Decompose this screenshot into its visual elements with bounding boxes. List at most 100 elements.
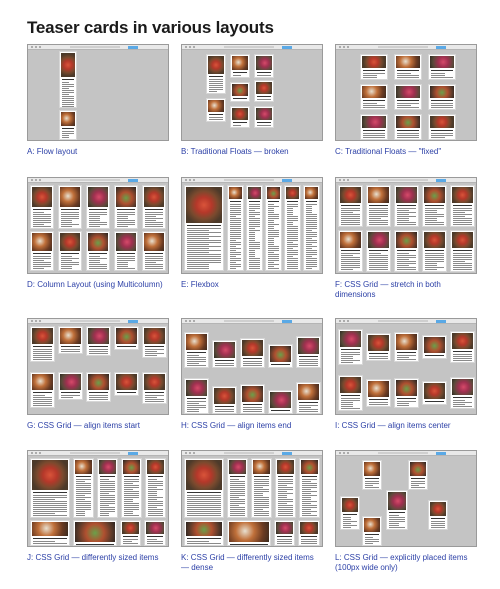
card-image xyxy=(340,377,361,393)
tile-caption[interactable]: L: CSS Grid — explicitly placed items (1… xyxy=(335,553,477,573)
screenshot-thumbnail[interactable] xyxy=(181,44,323,141)
teaser-card xyxy=(73,520,117,546)
teaser-card xyxy=(230,82,250,102)
screenshot-thumbnail[interactable] xyxy=(27,450,169,547)
card-image xyxy=(364,518,380,532)
teaser-card xyxy=(394,378,419,408)
layout-example-d[interactable]: D: Column Layout (using Multicolumn) xyxy=(27,177,169,290)
layout-example-g[interactable]: G: CSS Grid — align items start xyxy=(27,318,169,431)
card-image xyxy=(186,380,207,396)
card-image xyxy=(248,187,261,199)
card-image xyxy=(276,522,293,534)
card-image xyxy=(362,56,386,68)
teaser-card xyxy=(422,335,447,359)
screenshot-thumbnail[interactable] xyxy=(181,450,323,547)
screenshot-thumbnail[interactable] xyxy=(27,318,169,415)
teaser-card xyxy=(450,185,475,227)
layout-example-l[interactable]: L: CSS Grid — explicitly placed items (1… xyxy=(335,450,477,573)
teaser-card xyxy=(428,500,448,530)
card-image xyxy=(298,384,319,400)
card-image xyxy=(452,333,473,349)
screenshot-thumbnail[interactable] xyxy=(181,318,323,415)
card-image xyxy=(208,56,224,74)
card-image xyxy=(144,328,165,344)
card-image xyxy=(116,233,136,251)
teaser-card xyxy=(142,372,167,404)
layout-example-c[interactable]: C: Traditional Floats — "fixed" xyxy=(335,44,477,157)
tile-caption[interactable]: C: Traditional Floats — "fixed" xyxy=(335,147,477,157)
layout-example-j[interactable]: J: CSS Grid — differently sized items xyxy=(27,450,169,563)
browser-viewport xyxy=(182,50,322,140)
teaser-card xyxy=(59,110,77,140)
card-image xyxy=(88,374,109,390)
card-image xyxy=(116,328,137,344)
card-image xyxy=(229,522,269,542)
teaser-card xyxy=(86,231,110,271)
teaser-card xyxy=(73,458,94,518)
teaser-card xyxy=(184,458,224,518)
card-image xyxy=(424,383,445,399)
card-image xyxy=(232,108,248,120)
layout-example-k[interactable]: K: CSS Grid — differently sized items — … xyxy=(181,450,323,573)
screenshot-thumbnail[interactable] xyxy=(335,318,477,415)
teaser-card xyxy=(86,372,111,402)
teaser-card xyxy=(227,458,248,518)
tile-caption[interactable]: B: Traditional Floats — broken xyxy=(181,147,323,157)
tile-caption[interactable]: K: CSS Grid — differently sized items — … xyxy=(181,553,323,573)
screenshot-thumbnail[interactable] xyxy=(181,177,323,274)
card-image xyxy=(75,522,115,542)
card-image xyxy=(256,82,272,94)
card-image xyxy=(410,462,426,476)
teaser-card xyxy=(386,490,408,530)
screenshot-thumbnail[interactable] xyxy=(335,44,477,141)
tile-caption[interactable]: H: CSS Grid — align items end xyxy=(181,421,323,431)
card-image xyxy=(32,328,53,344)
teaser-card xyxy=(394,230,419,272)
teaser-card xyxy=(142,185,166,229)
teaser-card xyxy=(338,329,363,365)
teaser-card xyxy=(30,185,54,229)
teaser-card xyxy=(240,384,265,414)
card-image xyxy=(368,187,389,203)
layout-example-a[interactable]: A: Flow layout xyxy=(27,44,169,157)
card-image xyxy=(61,53,75,77)
card-image xyxy=(232,84,248,96)
tile-caption[interactable]: J: CSS Grid — differently sized items xyxy=(27,553,169,563)
tile-caption[interactable]: E: Flexbox xyxy=(181,280,323,290)
teaser-card xyxy=(30,231,54,271)
layout-example-f[interactable]: F: CSS Grid — stretch in both dimensions xyxy=(335,177,477,300)
card-image xyxy=(60,328,81,344)
teaser-card xyxy=(366,333,391,361)
tile-caption[interactable]: A: Flow layout xyxy=(27,147,169,157)
tile-caption[interactable]: D: Column Layout (using Multicolumn) xyxy=(27,280,169,290)
teaser-card xyxy=(394,185,419,227)
browser-viewport xyxy=(182,183,322,273)
card-image xyxy=(60,187,80,207)
tile-caption[interactable]: F: CSS Grid — stretch in both dimensions xyxy=(335,280,477,300)
teaser-card xyxy=(428,114,456,140)
browser-viewport xyxy=(28,456,168,546)
teaser-card xyxy=(366,185,391,227)
teaser-card xyxy=(240,338,265,368)
teaser-card xyxy=(86,185,110,229)
teaser-card xyxy=(366,379,391,407)
screenshot-thumbnail[interactable] xyxy=(335,177,477,274)
tile-caption[interactable]: I: CSS Grid — align items center xyxy=(335,421,477,431)
card-image xyxy=(144,374,165,390)
screenshot-thumbnail[interactable] xyxy=(27,177,169,274)
layout-example-i[interactable]: I: CSS Grid — align items center xyxy=(335,318,477,431)
teaser-card xyxy=(303,185,320,271)
card-image xyxy=(430,56,454,68)
card-image xyxy=(300,522,318,534)
screenshot-thumbnail[interactable] xyxy=(27,44,169,141)
layout-example-e[interactable]: E: Flexbox xyxy=(181,177,323,290)
card-image xyxy=(75,460,92,474)
card-image xyxy=(186,187,222,223)
layout-example-b[interactable]: B: Traditional Floats — broken xyxy=(181,44,323,157)
layout-example-h[interactable]: H: CSS Grid — align items end xyxy=(181,318,323,431)
teaser-card xyxy=(428,54,456,80)
teaser-card xyxy=(360,114,388,140)
browser-viewport xyxy=(182,324,322,414)
screenshot-thumbnail[interactable] xyxy=(335,450,477,547)
tile-caption[interactable]: G: CSS Grid — align items start xyxy=(27,421,169,431)
